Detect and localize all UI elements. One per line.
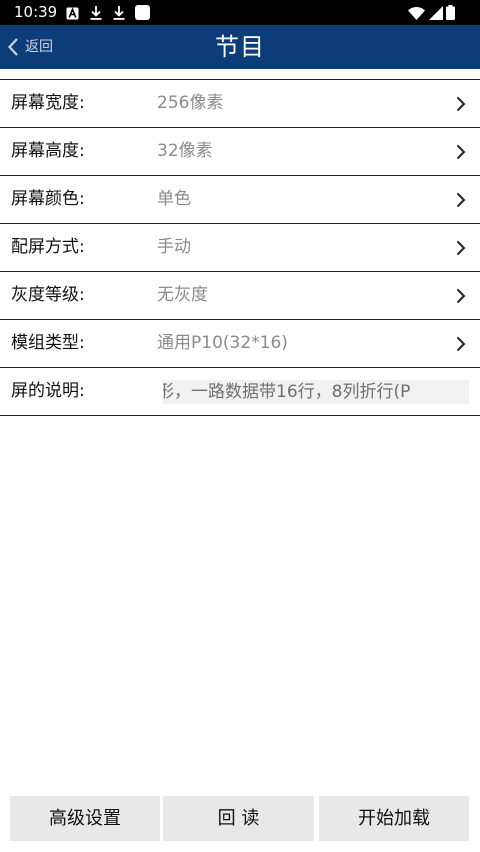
setting-label: 屏幕颜色: [11, 189, 85, 209]
chevron-right-icon [456, 336, 466, 356]
download-icon [90, 5, 102, 24]
chevron-right-icon [456, 240, 466, 260]
setting-row-module-type[interactable]: 模组类型: 通用P10(32*16) [0, 320, 480, 368]
status-bar: 10:39 [0, 0, 480, 25]
status-time: 10:39 [14, 3, 58, 21]
setting-value: 256像素 [157, 93, 224, 113]
accessibility-icon [66, 5, 79, 24]
setting-label: 屏的说明: [11, 381, 85, 401]
chevron-right-icon [456, 192, 466, 212]
page-title: 节目 [215, 33, 265, 61]
setting-value: 32像素 [157, 141, 213, 161]
setting-value: 无灰度 [157, 285, 208, 305]
settings-list: 屏幕宽度: 256像素 屏幕高度: 32像素 屏幕颜色: 单色 配屏方式: 手动… [0, 79, 480, 416]
chevron-right-icon [456, 96, 466, 116]
setting-row-screen-color[interactable]: 屏幕颜色: 单色 [0, 176, 480, 224]
setting-label: 配屏方式: [11, 237, 85, 257]
setting-value: 通用P10(32*16) [157, 333, 288, 353]
chevron-right-icon [456, 144, 466, 164]
setting-value: 手动 [157, 237, 191, 257]
setting-row-screen-width[interactable]: 屏幕宽度: 256像素 [0, 80, 480, 128]
setting-label: 灰度等级: [11, 285, 85, 305]
wifi-icon [408, 5, 425, 24]
readback-button[interactable]: 回 读 [163, 796, 314, 841]
setting-label: 模组类型: [11, 333, 85, 353]
setting-row-config-mode[interactable]: 配屏方式: 手动 [0, 224, 480, 272]
advanced-settings-button[interactable]: 高级设置 [10, 796, 160, 841]
battery-icon [446, 5, 455, 24]
setting-value: 单色 [157, 189, 191, 209]
download-icon [113, 5, 125, 24]
setting-label: 屏幕高度: [11, 141, 85, 161]
title-bar: 返回 节目 [0, 25, 480, 69]
start-load-button[interactable]: 开始加载 [319, 796, 469, 841]
cell-signal-icon [429, 5, 443, 24]
chevron-right-icon [456, 288, 466, 308]
description-text: 走蛇形，一路数据带16行，8列折行(P [163, 382, 411, 402]
setting-label: 屏幕宽度: [11, 93, 85, 113]
setting-row-gray-level[interactable]: 灰度等级: 无灰度 [0, 272, 480, 320]
action-bar: 高级设置 回 读 开始加载 [0, 796, 480, 843]
setting-row-description: 屏的说明: 走蛇形，一路数据带16行，8列折行(P [0, 368, 480, 416]
description-field[interactable]: 走蛇形，一路数据带16行，8列折行(P [163, 380, 469, 404]
setting-row-screen-height[interactable]: 屏幕高度: 32像素 [0, 128, 480, 176]
app-square-icon [135, 5, 150, 24]
